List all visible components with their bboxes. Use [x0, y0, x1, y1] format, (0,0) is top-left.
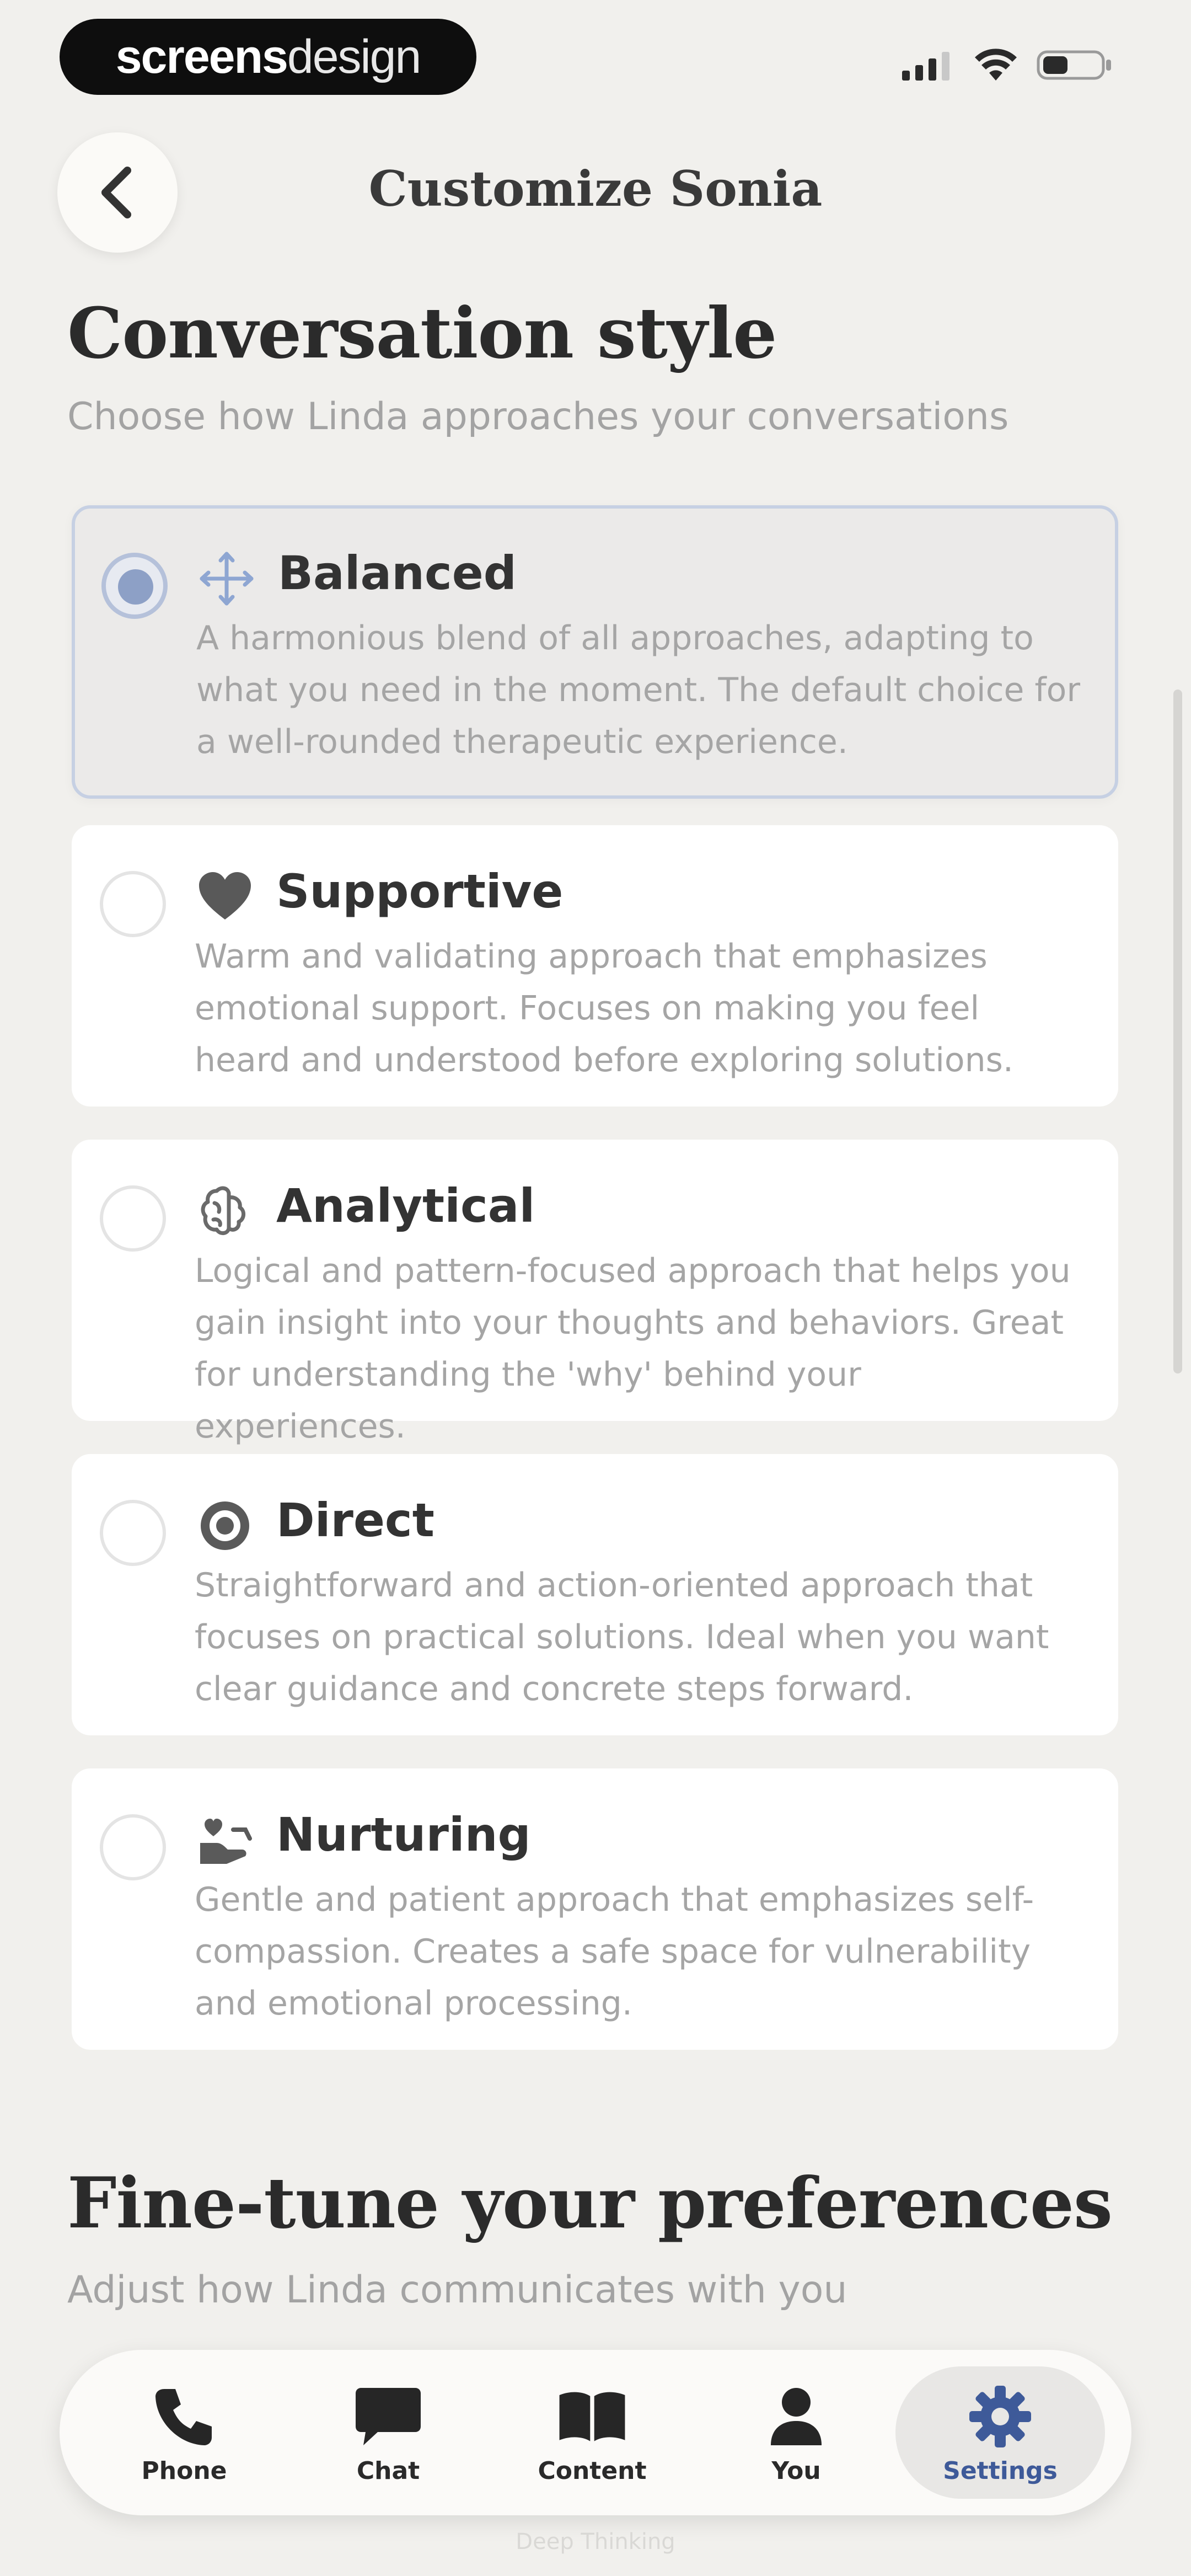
tab-label: Phone	[141, 2456, 227, 2485]
option-title: Balanced	[278, 546, 517, 600]
style-option-direct[interactable]: Direct Straightforward and action-orient…	[72, 1454, 1118, 1735]
battery-icon	[1037, 50, 1111, 80]
radio-button[interactable]	[101, 553, 168, 619]
screensdesign-watermark: screens design	[60, 19, 476, 95]
book-icon	[559, 2392, 625, 2441]
option-description: Warm and validating approach that emphas…	[195, 937, 1013, 1079]
chat-icon	[356, 2387, 421, 2445]
phone-icon	[155, 2388, 212, 2445]
signal-icon	[902, 52, 949, 81]
tab-label: Chat	[356, 2456, 420, 2485]
radio-button[interactable]	[100, 1814, 166, 1880]
option-description: Logical and pattern-focused approach tha…	[195, 1252, 1071, 1446]
watermark-part1: screens	[115, 30, 288, 83]
watermark-part2: design	[287, 30, 421, 83]
page-title: Customize Sonia	[368, 160, 823, 217]
hands-heart-icon	[200, 1819, 252, 1864]
tab-chat[interactable]: Chat	[283, 2366, 493, 2499]
gear-icon	[969, 2385, 1031, 2447]
person-icon	[771, 2387, 822, 2445]
style-option-analytical[interactable]: Analytical Logical and pattern-focused a…	[72, 1140, 1118, 1446]
preferences-subtitle: Adjust how Linda communicates with you	[67, 2268, 847, 2312]
tab-you[interactable]: You	[691, 2366, 901, 2499]
bottom-tab-bar: Phone Chat Content You Settings	[60, 2350, 1131, 2515]
tab-label: Settings	[943, 2456, 1058, 2485]
option-description: A harmonious blend of all approaches, ad…	[196, 619, 1081, 761]
heart-icon	[199, 872, 251, 920]
preferences-title: Fine-tune your preferences	[67, 2162, 1113, 2244]
option-title: Analytical	[276, 1179, 535, 1233]
status-icons	[902, 49, 1114, 82]
style-option-balanced[interactable]: Balanced A harmonious blend of all appro…	[72, 505, 1118, 799]
tab-label: Content	[538, 2456, 647, 2485]
radio-button[interactable]	[100, 871, 166, 937]
brain-icon	[201, 1186, 245, 1235]
conversation-style-subtitle: Choose how Linda approaches your convers…	[67, 395, 1009, 439]
option-title: Supportive	[276, 864, 564, 918]
option-description: Gentle and patient approach that emphasi…	[195, 1880, 1034, 2023]
style-option-nurturing[interactable]: Nurturing Gentle and patient approach th…	[72, 1768, 1118, 2050]
option-title: Nurturing	[276, 1808, 531, 1862]
radio-selected-dot	[118, 569, 153, 605]
balance-arrows-icon	[200, 552, 254, 606]
tab-settings[interactable]: Settings	[895, 2366, 1105, 2499]
style-option-supportive[interactable]: Supportive Warm and validating approach …	[72, 825, 1118, 1107]
conversation-style-title: Conversation style	[67, 292, 777, 374]
tab-content[interactable]: Content	[487, 2366, 697, 2499]
option-description: Straightforward and action-oriented appr…	[195, 1566, 1049, 1708]
scrollbar[interactable]	[1173, 690, 1182, 1373]
wifi-icon	[975, 49, 1017, 81]
tab-label: You	[771, 2456, 821, 2485]
radio-button[interactable]	[100, 1185, 166, 1252]
option-title: Direct	[276, 1493, 434, 1547]
tab-phone[interactable]: Phone	[79, 2366, 289, 2499]
radio-button[interactable]	[100, 1500, 166, 1566]
customize-screen: screens design Customize Sonia Conversati…	[0, 0, 1191, 2576]
target-icon	[201, 1501, 249, 1550]
home-indicator-caption: Deep Thinking	[516, 2529, 675, 2554]
